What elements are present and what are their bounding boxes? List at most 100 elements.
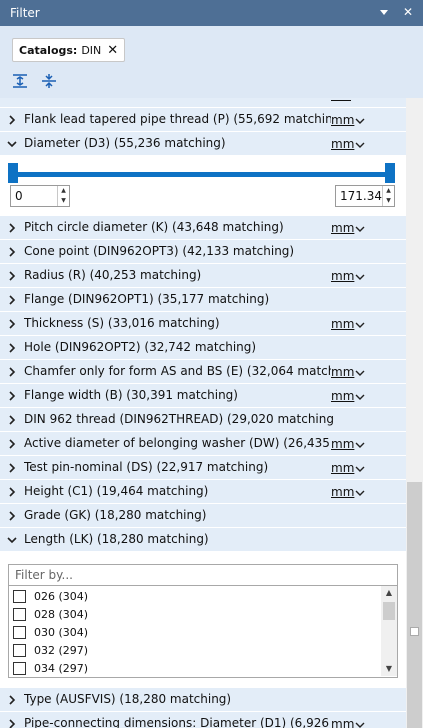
length-value-item[interactable]: 034 (297) [13,659,88,677]
expand-all-icon[interactable] [11,72,29,90]
unit-chevron-down-icon[interactable] [355,139,365,149]
unit-selector[interactable]: mm [331,461,357,475]
chevron-right-icon[interactable] [6,437,18,451]
attribute-row[interactable]: Pitch circle diameter (K) (43,648 matchi… [0,216,406,240]
listbox-scroll-thumb[interactable] [383,602,395,620]
attribute-label: Radius (R) (40,253 matching) [24,268,202,282]
window-titlebar: Filter ✕ [0,0,423,26]
chevron-right-icon[interactable] [6,509,18,523]
chip-remove-button[interactable]: ✕ [107,43,118,58]
spin-down-icon[interactable]: ▼ [58,196,69,206]
range-max-thumb[interactable] [385,163,395,183]
attribute-row[interactable]: DIN 962 thread (DIN962THREAD) (29,020 ma… [0,408,406,432]
chevron-right-icon[interactable] [6,413,18,427]
checkbox[interactable] [13,589,26,603]
length-value-item[interactable]: 026 (304) [13,587,88,605]
length-value-item[interactable]: 032 (297) [13,641,88,659]
spin-up-icon[interactable]: ▲ [58,186,69,196]
chevron-right-icon[interactable] [6,269,18,283]
attribute-row-partial[interactable] [0,98,406,108]
chevron-right-icon[interactable] [6,693,18,707]
attribute-row[interactable]: Pipe-connecting dimensions: Diameter (D1… [0,712,406,728]
catalog-filter-chip[interactable]: Catalogs: DIN ✕ [12,38,126,62]
attribute-row[interactable]: Grade (GK) (18,280 matching) [0,504,406,528]
chevron-right-icon[interactable] [6,461,18,475]
length-filter-input[interactable]: Filter by... [8,564,398,586]
range-min-value: 0 [15,189,23,203]
checkbox[interactable] [13,625,26,639]
unit-selector[interactable]: mm [331,137,357,151]
length-value-label: 028 (304) [34,607,89,621]
checkbox[interactable] [13,661,26,675]
pin-dropdown-icon[interactable] [377,5,391,19]
filter-chip-bar: Catalogs: DIN ✕ [0,26,423,98]
attribute-row[interactable]: Active diameter of belonging washer (DW)… [0,432,406,456]
unit-selector[interactable]: mm [331,269,357,283]
unit-chevron-down-icon[interactable] [355,271,365,281]
main-scrollbar[interactable] [406,98,423,728]
range-min-input[interactable]: 0 ▲ ▼ [10,185,70,207]
unit-chevron-down-icon[interactable] [355,463,365,473]
range-min-thumb[interactable] [8,163,18,183]
chevron-right-icon[interactable] [6,113,18,127]
attribute-row[interactable]: Chamfer only for form AS and BS (E) (32,… [0,360,406,384]
chevron-right-icon[interactable] [6,221,18,235]
chevron-down-icon[interactable] [6,137,18,151]
unit-chevron-down-icon[interactable] [355,223,365,233]
unit-selector[interactable]: mm [331,113,357,127]
unit-chevron-down-icon[interactable] [355,391,365,401]
collapse-all-icon[interactable] [40,72,58,90]
unit-chevron-down-icon[interactable] [355,319,365,329]
chevron-right-icon[interactable] [6,485,18,499]
unit-chevron-down-icon[interactable] [355,115,365,125]
main-scroll-thumb[interactable] [407,482,422,728]
chevron-right-icon[interactable] [6,293,18,307]
attribute-row[interactable]: Flank lead tapered pipe thread (P) (55,6… [0,108,406,132]
attribute-row[interactable]: Radius (R) (40,253 matching) mm [0,264,406,288]
range-min-spinner[interactable]: ▲ ▼ [57,186,69,206]
range-max-input[interactable]: 171.34 ▲ ▼ [335,185,395,207]
close-button[interactable]: ✕ [401,5,415,19]
unit-selector[interactable]: mm [331,317,357,331]
chevron-right-icon[interactable] [6,317,18,331]
attribute-row[interactable]: Flange width (B) (30,391 matching) mm [0,384,406,408]
unit-chevron-down-icon[interactable] [355,439,365,449]
attribute-row[interactable]: Type (AUSFVIS) (18,280 matching) [0,688,406,712]
chevron-right-icon[interactable] [6,341,18,355]
unit-selector[interactable]: mm [331,717,357,728]
unit-selector[interactable]: mm [331,365,357,379]
unit-selector[interactable]: mm [331,389,357,403]
spin-down-icon[interactable]: ▼ [383,196,394,206]
unit-chevron-down-icon[interactable] [355,719,365,728]
attribute-row[interactable]: Height (C1) (19,464 matching) mm [0,480,406,504]
attribute-row[interactable]: Hole (DIN962OPT2) (32,742 matching) [0,336,406,360]
attribute-row[interactable]: Flange (DIN962OPT1) (35,177 matching) [0,288,406,312]
chevron-down-icon[interactable] [6,533,18,547]
length-value-item[interactable]: 030 (304) [13,623,88,641]
attribute-row[interactable]: Thickness (S) (33,016 matching) mm [0,312,406,336]
chevron-right-icon[interactable] [6,389,18,403]
attribute-row[interactable]: Cone point (DIN962OPT3) (42,133 matching… [0,240,406,264]
attribute-label: Test pin-nominal (DS) (22,917 matching) [24,460,269,474]
chevron-right-icon[interactable] [6,717,18,728]
scroll-down-icon[interactable]: ▼ [381,662,397,676]
scroll-up-icon[interactable]: ▲ [381,586,397,600]
attribute-row[interactable]: Length (LK) (18,280 matching) [0,528,406,552]
range-track[interactable] [12,172,392,177]
listbox-scrollbar[interactable]: ▲ ▼ [381,586,397,676]
unit-chevron-down-icon[interactable] [355,487,365,497]
chevron-right-icon[interactable] [6,365,18,379]
attribute-row[interactable]: Test pin-nominal (DS) (22,917 matching) m… [0,456,406,480]
unit-selector[interactable]: mm [331,437,357,451]
unit-selector[interactable]: mm [331,485,357,499]
attribute-row[interactable]: Diameter (D3) (55,236 matching) mm [0,132,406,156]
unit-chevron-down-icon[interactable] [355,367,365,377]
unit-selector[interactable]: mm [331,221,357,235]
attribute-label: Type (AUSFVIS) (18,280 matching) [24,692,232,706]
checkbox[interactable] [13,643,26,657]
chevron-right-icon[interactable] [6,245,18,259]
length-value-item[interactable]: 028 (304) [13,605,88,623]
range-max-spinner[interactable]: ▲ ▼ [382,186,394,206]
checkbox[interactable] [13,607,26,621]
spin-up-icon[interactable]: ▲ [383,186,394,196]
